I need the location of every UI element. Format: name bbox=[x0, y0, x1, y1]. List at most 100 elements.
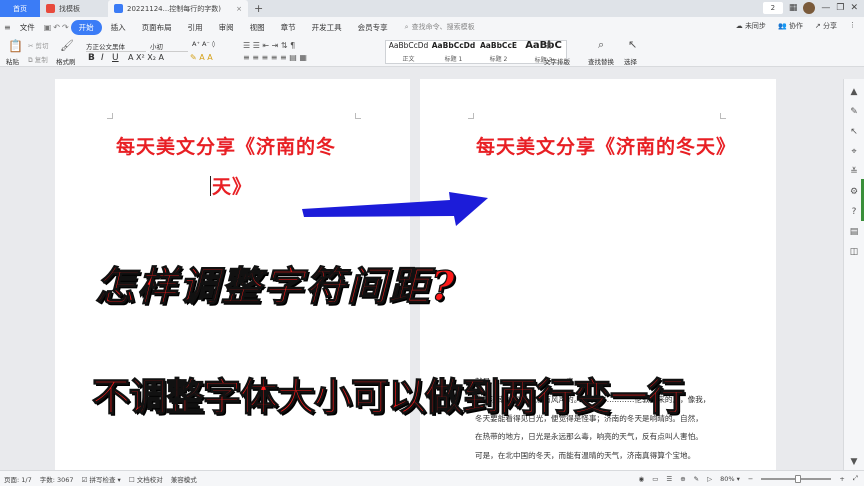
menu-devtools[interactable]: 开发工具 bbox=[305, 22, 349, 33]
book-icon[interactable]: ◫ bbox=[849, 247, 859, 257]
menu-insert[interactable]: 插入 bbox=[104, 22, 133, 33]
window-count-badge[interactable]: 2 bbox=[762, 2, 783, 14]
share-button[interactable]: ↗ 分享 bbox=[815, 21, 837, 31]
font-color-icon[interactable]: A X² X₂ A bbox=[128, 53, 164, 62]
margin-mark bbox=[468, 113, 474, 119]
font-name-select[interactable]: 方正公文黑体 bbox=[86, 41, 146, 52]
paste-icon[interactable]: 📋 bbox=[8, 39, 23, 53]
sync-status[interactable]: ☁ 未同步 bbox=[736, 21, 766, 31]
redo-icon[interactable]: ↷ bbox=[62, 23, 69, 32]
select-button[interactable]: 选择 bbox=[624, 56, 637, 66]
menu-review[interactable]: 审阅 bbox=[212, 22, 241, 33]
search-placeholder: 查找命令、搜索模板 bbox=[411, 23, 475, 31]
cursor-icon[interactable]: ↖ bbox=[628, 38, 637, 51]
spell-check[interactable]: ☑ 拼写检查 ▾ bbox=[82, 474, 121, 484]
spell-check-label: 拼写检查 bbox=[89, 475, 116, 484]
grid-icon[interactable]: ▦ bbox=[789, 3, 798, 13]
paste-button[interactable]: 粘贴 bbox=[6, 56, 19, 66]
pencil-view-icon[interactable]: ✎ bbox=[694, 475, 699, 483]
tab-home[interactable]: 首页 bbox=[0, 0, 40, 17]
zoom-slider-knob[interactable] bbox=[795, 474, 802, 483]
help-icon[interactable]: ? bbox=[849, 207, 859, 217]
close-window-icon[interactable]: ✕ bbox=[850, 3, 858, 13]
list-view-icon[interactable]: ☰ bbox=[666, 475, 672, 483]
wps-logo-icon bbox=[46, 4, 55, 13]
find-replace-button[interactable]: 查找替换 bbox=[588, 56, 614, 66]
zoom-in-icon[interactable]: + bbox=[839, 475, 844, 483]
brush-icon[interactable]: 🖌 bbox=[60, 39, 74, 52]
format-painter-button[interactable]: 格式刷 bbox=[56, 56, 76, 66]
menu-file[interactable]: 文件 bbox=[13, 22, 42, 33]
highlight-icon[interactable]: ✎ A A bbox=[190, 53, 213, 62]
save-icon[interactable]: ▣ bbox=[44, 23, 52, 32]
sheet-icon[interactable]: ▤ bbox=[849, 227, 859, 237]
menu-home[interactable]: 开始 bbox=[70, 19, 102, 35]
pen-icon[interactable]: ✎ bbox=[849, 107, 859, 117]
menu-layout[interactable]: 页面布局 bbox=[135, 22, 179, 33]
page-view-icon[interactable]: ▭ bbox=[652, 475, 658, 483]
menu-section[interactable]: 章节 bbox=[274, 22, 303, 33]
search-icon: ⌕ bbox=[404, 22, 409, 31]
location-icon[interactable]: ⌖ bbox=[849, 147, 859, 157]
style-heading2-label: 标题 2 bbox=[489, 56, 508, 63]
word-count[interactable]: 字数: 3067 bbox=[40, 474, 74, 484]
cut-button[interactable]: ✂ 剪切 bbox=[28, 40, 49, 50]
style-heading2-sample: AaBbCcE bbox=[479, 41, 518, 50]
zoom-out-icon[interactable]: − bbox=[748, 475, 753, 483]
find-icon[interactable]: ⌕ bbox=[598, 38, 604, 52]
tab-bar: 首页 找模板 20221124...控制每行的字数) × + 2 ▦ — ❐ ✕ bbox=[0, 0, 864, 17]
scroll-down-icon[interactable]: ▼ bbox=[849, 457, 859, 467]
style-heading1[interactable]: AaBbCcDd 标题 1 bbox=[431, 41, 476, 63]
bold-icon[interactable]: B bbox=[88, 53, 95, 63]
scroll-up-icon[interactable]: ▲ bbox=[849, 87, 859, 97]
menu-right-actions: ☁ 未同步 👥 协作 ↗ 分享 ⋮ bbox=[736, 21, 856, 31]
menu-references[interactable]: 引用 bbox=[181, 22, 210, 33]
tab-close-icon[interactable]: × bbox=[236, 5, 242, 13]
font-size-select[interactable]: 小初 bbox=[150, 41, 188, 52]
new-tab-icon[interactable]: + bbox=[254, 2, 263, 15]
menu-bar: ≡ 文件 ▣ ↶ ↷ 开始 插入 页面布局 引用 审阅 视图 章节 开发工具 会… bbox=[0, 17, 864, 37]
vertical-scrollbar[interactable] bbox=[827, 79, 835, 472]
menu-hamburger-icon[interactable]: ≡ bbox=[4, 23, 11, 32]
style-heading2[interactable]: AaBbCcE 标题 2 bbox=[476, 41, 521, 63]
left-title-line2: 天》 bbox=[212, 176, 253, 198]
page-indicator[interactable]: 页面: 1/7 bbox=[4, 474, 32, 484]
avatar[interactable] bbox=[803, 2, 816, 14]
zoom-level[interactable]: 80% ▾ bbox=[720, 475, 740, 483]
scissors-icon: ✂ bbox=[28, 42, 34, 50]
cloud-icon: ☁ bbox=[735, 22, 743, 30]
zoom-slider[interactable] bbox=[761, 474, 832, 483]
list-icons[interactable]: ☰ ☰ ⇤ ⇥ ⇅ ¶ bbox=[243, 41, 295, 50]
doc-proof[interactable]: ☐ 文档校对 bbox=[129, 474, 163, 484]
style-heading3-sample: AaBbC bbox=[525, 40, 562, 51]
menu-member[interactable]: 会员专享 bbox=[351, 22, 395, 33]
ribbon: 📋 粘贴 ✂ 剪切 ⧉ 复制 🖌 格式刷 方正公文黑体 小初 A⁺ A⁻ ◊ B… bbox=[0, 37, 864, 67]
minimize-icon[interactable]: — bbox=[821, 3, 830, 13]
more-icon[interactable]: ⋮ bbox=[849, 21, 856, 31]
undo-icon[interactable]: ↶ bbox=[53, 23, 60, 32]
play-icon[interactable]: ▷ bbox=[707, 475, 712, 483]
sliders-icon[interactable]: ≚ bbox=[849, 167, 859, 177]
align-icons[interactable]: ≡ ≡ ≡ ≡ ≡ ▤ ▦ bbox=[243, 53, 307, 62]
eye-icon[interactable]: ◉ bbox=[639, 475, 645, 483]
overlay-caption-answer: 不调整字体大小可以做到两行变一行 bbox=[91, 374, 685, 419]
fullscreen-icon[interactable]: ⤢ bbox=[853, 474, 858, 483]
command-search[interactable]: ⌕ 查找命令、搜索模板 bbox=[405, 22, 475, 32]
text-layout-button[interactable]: 文字排版 bbox=[544, 56, 570, 66]
underline-icon[interactable]: U bbox=[112, 53, 119, 63]
collab-button[interactable]: 👥 协作 bbox=[778, 21, 803, 31]
style-normal-label: 正文 bbox=[402, 56, 415, 63]
style-normal[interactable]: AaBbCcDd 正文 bbox=[386, 41, 431, 63]
text-layout-icon[interactable]: ⩩ bbox=[546, 39, 552, 53]
tab-template[interactable]: 找模板 bbox=[40, 0, 108, 17]
pointer-icon[interactable]: ↖ bbox=[849, 127, 859, 137]
copy-button[interactable]: ⧉ 复制 bbox=[28, 54, 48, 65]
style-heading1-sample: AaBbCcDd bbox=[431, 41, 476, 50]
restore-icon[interactable]: ❐ bbox=[836, 3, 844, 13]
settings-icon[interactable]: ⚙ bbox=[849, 187, 859, 197]
web-view-icon[interactable]: ⊕ bbox=[680, 475, 685, 483]
menu-view[interactable]: 视图 bbox=[243, 22, 272, 33]
font-grow-icon[interactable]: A⁺ A⁻ ◊ bbox=[192, 40, 215, 48]
tab-document[interactable]: 20221124...控制每行的字数) × bbox=[108, 0, 248, 17]
italic-icon[interactable]: I bbox=[101, 53, 104, 63]
